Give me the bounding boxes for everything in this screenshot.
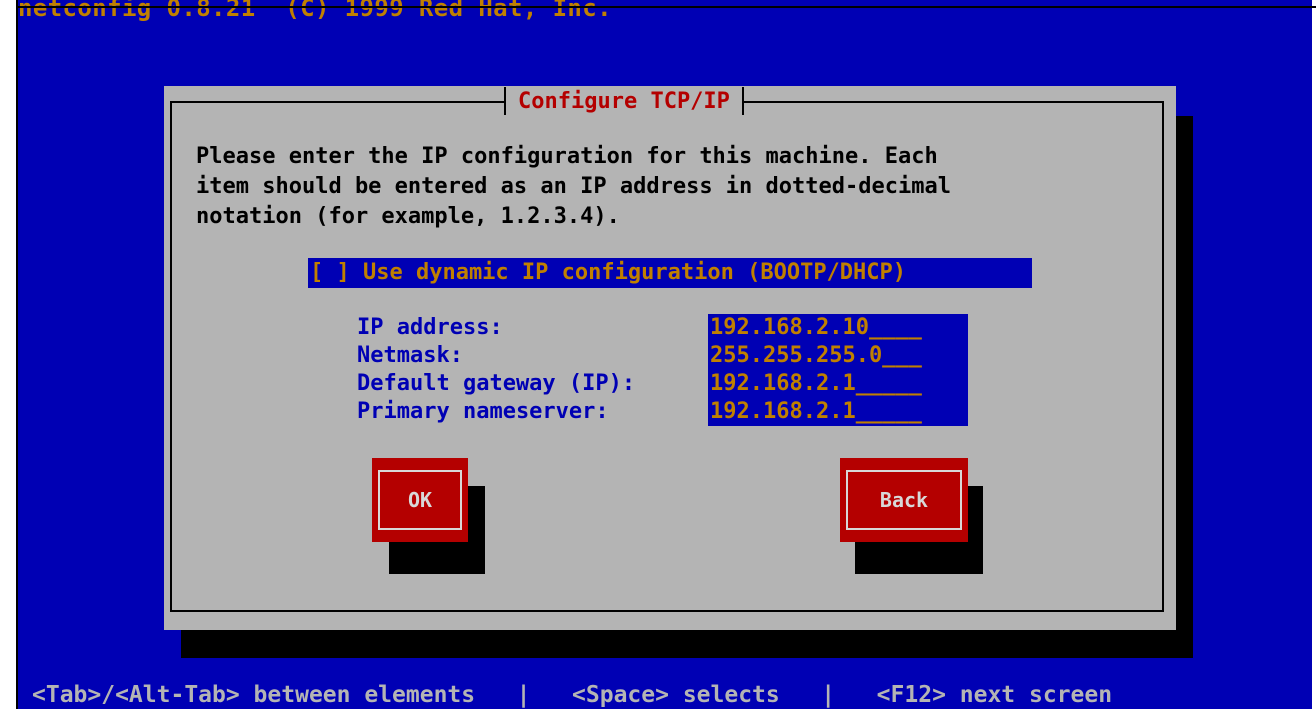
description-line: Please enter the IP configuration for th…: [196, 144, 938, 169]
ok-button[interactable]: OK: [372, 458, 468, 542]
title-bracket-right: [741, 87, 744, 115]
window-border-top: [16, 6, 1316, 8]
primary-nameserver-label: Primary nameserver:: [357, 399, 609, 424]
ok-button-label: OK: [407, 488, 433, 512]
dialog-title-bar: Configure TCP/IP: [504, 86, 744, 116]
back-button[interactable]: Back: [840, 458, 968, 542]
back-button-label: Back: [879, 488, 929, 512]
description-line: notation (for example, 1.2.3.4).: [196, 204, 620, 229]
ip-address-label: IP address:: [357, 315, 503, 340]
dhcp-checkbox[interactable]: [ ] Use dynamic IP configuration (BOOTP/…: [308, 258, 1032, 288]
description-line: item should be entered as an IP address …: [196, 174, 951, 199]
dialog-title: Configure TCP/IP: [518, 88, 730, 114]
text-mode-screen: netconfig 0.8.21 (C) 1999 Red Hat, Inc. …: [18, 0, 1312, 709]
dialog-description: Please enter the IP configuration for th…: [196, 142, 1156, 232]
window-border-left: [16, 0, 18, 709]
netmask-input[interactable]: 255.255.255.0___: [708, 342, 968, 370]
primary-nameserver-input[interactable]: 192.168.2.1_____: [708, 398, 968, 426]
ip-address-input[interactable]: 192.168.2.10____: [708, 314, 968, 342]
configure-tcpip-dialog: Configure TCP/IP Please enter the IP con…: [164, 86, 1176, 630]
help-footer: <Tab>/<Alt-Tab> between elements | <Spac…: [32, 682, 1113, 708]
default-gateway-input[interactable]: 192.168.2.1_____: [708, 370, 968, 398]
app-header: netconfig 0.8.21 (C) 1999 Red Hat, Inc.: [18, 0, 612, 22]
netmask-label: Netmask:: [357, 343, 463, 368]
default-gateway-label: Default gateway (IP):: [357, 371, 636, 396]
